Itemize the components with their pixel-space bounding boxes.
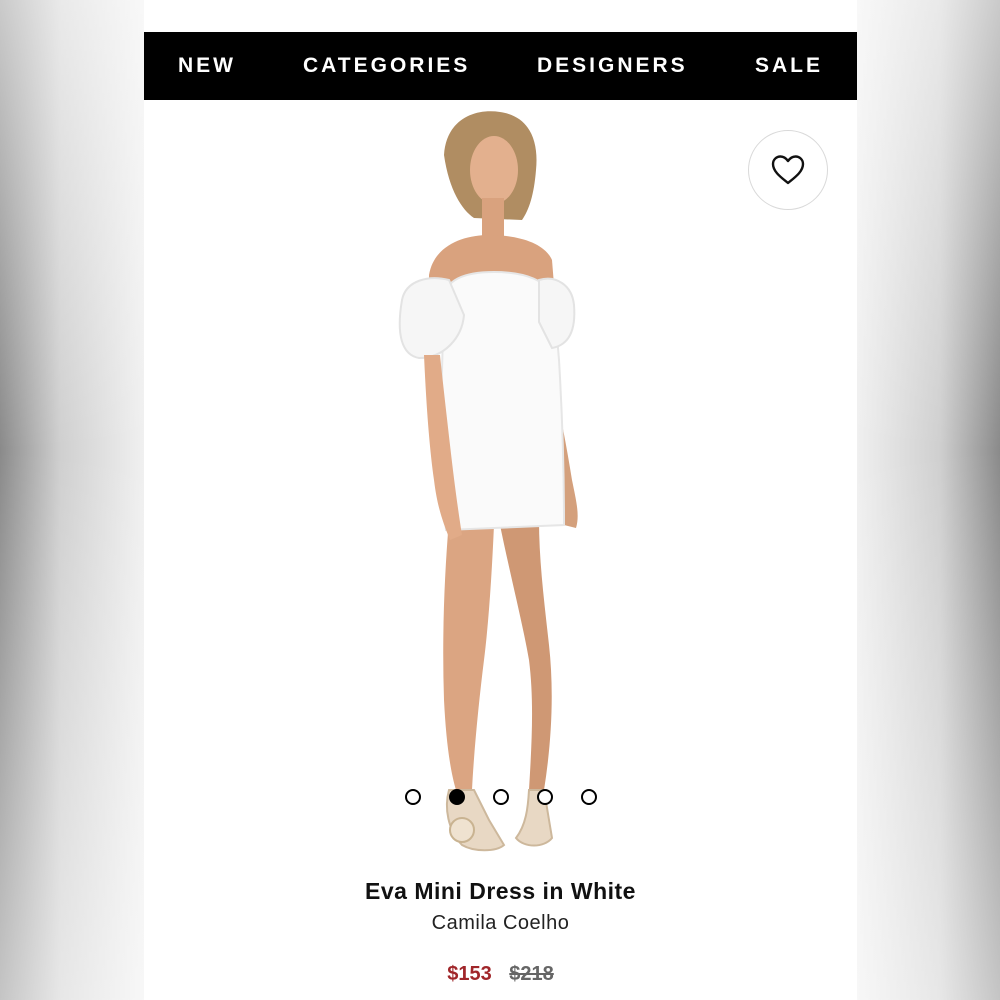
sale-price: $153 [447,963,492,985]
nav-item-sale[interactable]: SALE [755,32,823,100]
model-neck [482,198,504,238]
model-leg-front [443,520,494,790]
shoe-heel-sphere [449,817,475,843]
carousel-dot-3[interactable] [493,789,509,805]
wishlist-button[interactable] [748,130,828,210]
carousel-dot-2[interactable] [449,789,465,805]
original-price: $218 [509,963,554,985]
image-carousel-indicator [405,789,605,805]
model-face [470,136,518,204]
price-row: $153 $218 [144,963,857,986]
model-leg-back [499,520,552,790]
nav-item-new[interactable]: NEW [178,32,236,100]
carousel-dot-5[interactable] [581,789,597,805]
mobile-screen: NEW CATEGORIES DESIGNERS SALE Eva Mini D… [144,0,857,1000]
carousel-dot-4[interactable] [537,789,553,805]
top-navigation: NEW CATEGORIES DESIGNERS SALE [144,32,857,100]
product-brand-link[interactable]: Camila Coelho [144,912,857,935]
carousel-dot-1[interactable] [405,789,421,805]
heart-outline-icon [771,155,805,185]
product-title: Eva Mini Dress in White [365,878,636,904]
nav-item-categories[interactable]: CATEGORIES [303,32,470,100]
product-image[interactable] [144,100,857,870]
nav-item-designers[interactable]: DESIGNERS [537,32,688,100]
